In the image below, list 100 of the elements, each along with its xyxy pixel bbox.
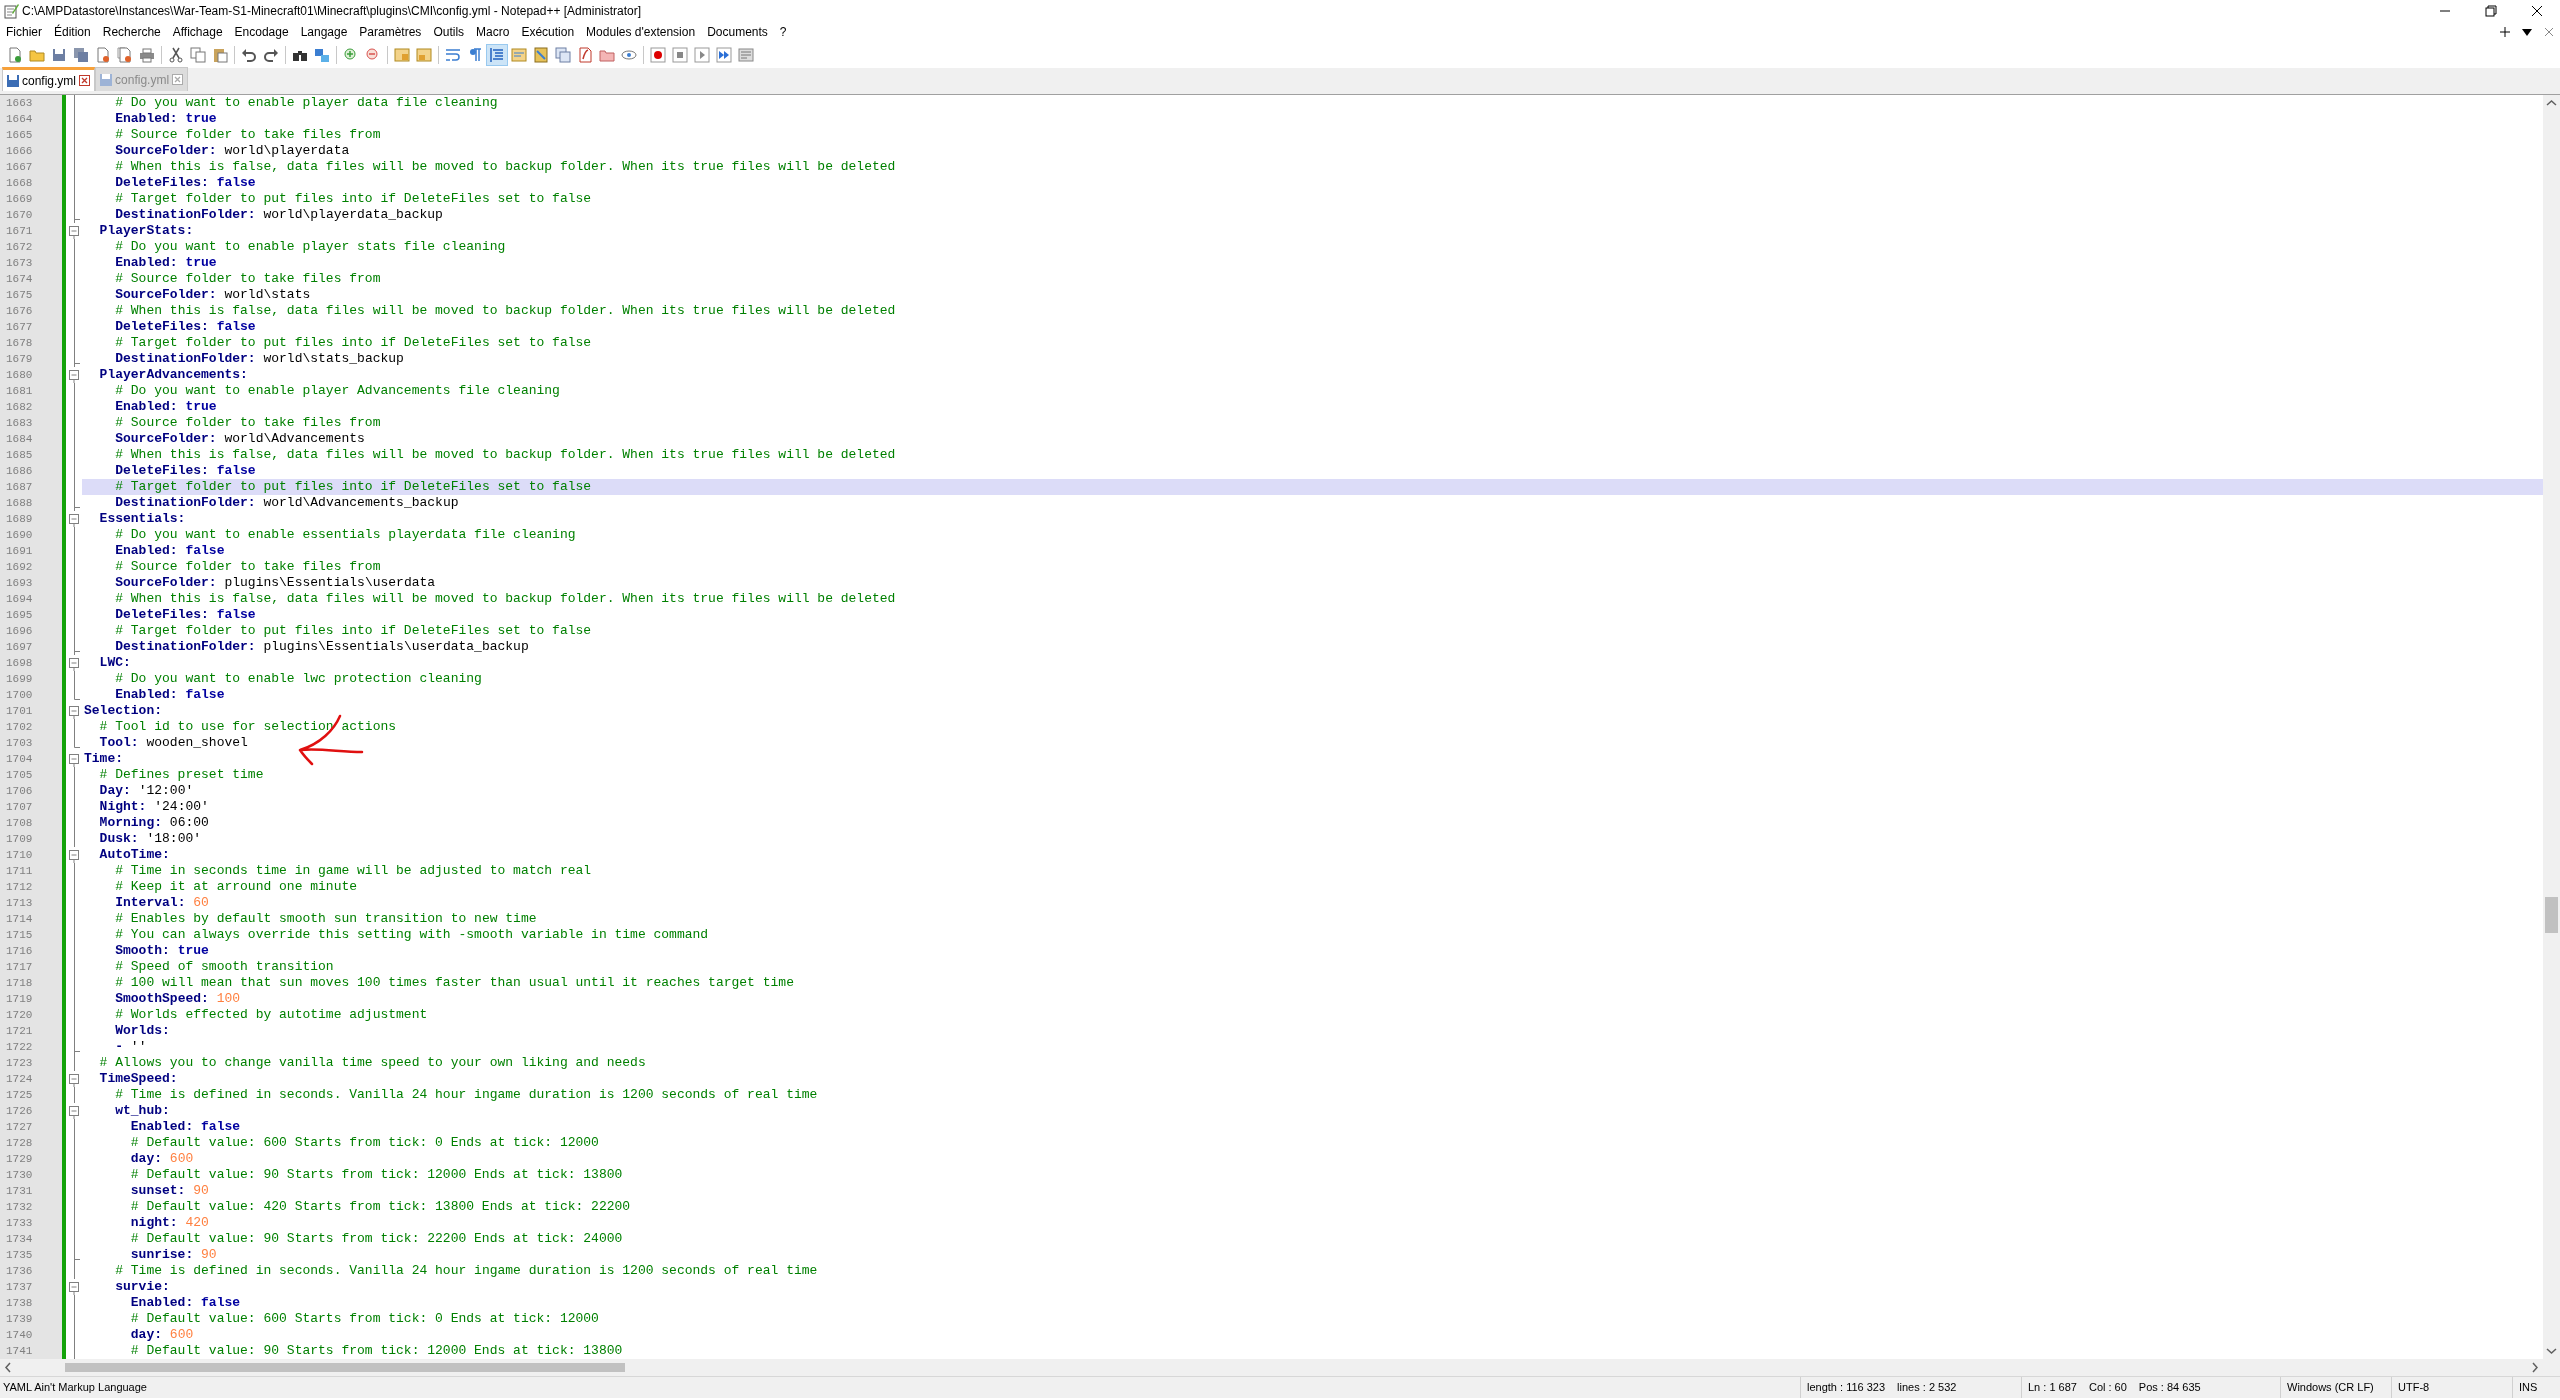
cut-icon[interactable] (168, 47, 184, 63)
yaml-key: AutoTime: (99, 847, 170, 862)
lines-label: lines : 2 532 (1897, 1380, 1957, 1395)
print-icon[interactable] (139, 47, 155, 63)
sync-scroll-icon[interactable] (394, 47, 410, 63)
code-comment: # Default value: 90 Starts from tick: 12000 Ends at tick: 13800 (130, 1167, 623, 1182)
file-tab[interactable]: config.yml (2, 67, 96, 91)
line-number: 1718 (5, 976, 34, 991)
yaml-value: 90 (201, 1247, 217, 1262)
scrollbar-thumb[interactable] (65, 1363, 625, 1372)
menu-item[interactable]: ? (773, 22, 793, 42)
menu-item[interactable]: Recherche (96, 22, 167, 42)
code-comment: # 100 will mean that sun moves 100 times faster than usual until it reaches target time (115, 975, 794, 990)
line-number: 1680 (5, 368, 34, 383)
close-all-icon[interactable] (117, 47, 133, 63)
line-number: 1664 (5, 112, 34, 127)
copy-icon[interactable] (190, 47, 206, 63)
code-comment: # Time is defined in seconds. Vanilla 24 hour ingame duration is 1200 seconds of real time (115, 1087, 818, 1102)
insert-mode-label: INS (2512, 1377, 2560, 1398)
paste-icon[interactable] (212, 47, 228, 63)
document-map-icon[interactable] (511, 47, 527, 63)
code-comment: # Do you want to enable player stats file cleaning (115, 239, 506, 254)
replace-icon[interactable] (314, 47, 330, 63)
line-number: 1706 (5, 784, 34, 799)
line-number: 1729 (5, 1152, 34, 1167)
zoom-in-icon[interactable] (343, 47, 359, 63)
yaml-key: Tool: (99, 735, 139, 750)
zoom-out-icon[interactable] (365, 47, 381, 63)
line-number: 1667 (5, 160, 34, 175)
menu-item[interactable]: Modules d'extension (580, 22, 702, 42)
yaml-key: Enabled: (115, 399, 178, 414)
line-number: 1694 (5, 592, 34, 607)
window-list-icon[interactable] (555, 47, 571, 63)
menu-item[interactable]: Encodage (228, 22, 295, 42)
sync-scroll-icon[interactable] (416, 47, 432, 63)
scrollbar-thumb[interactable] (2545, 897, 2558, 933)
fast-forward-icon[interactable] (716, 47, 732, 63)
yaml-value: 90 (193, 1183, 209, 1198)
fold-toggle[interactable] (69, 1074, 79, 1087)
line-number: 1732 (5, 1200, 34, 1215)
eye-icon[interactable] (621, 47, 637, 63)
indent-guide-icon[interactable] (489, 47, 505, 63)
fold-toggle[interactable] (69, 706, 79, 719)
yaml-value: world\stats (224, 287, 311, 302)
line-number: 1669 (5, 192, 34, 207)
menu-item[interactable]: Outils (427, 22, 471, 42)
function-list-icon[interactable] (577, 47, 593, 63)
save-macro-icon[interactable] (738, 47, 754, 63)
menu-item[interactable]: Fichier (0, 22, 48, 42)
plus-icon[interactable] (2500, 27, 2510, 37)
yaml-value: true (177, 943, 209, 958)
yaml-value: world\stats_backup (263, 351, 404, 366)
folder-icon[interactable] (599, 47, 615, 63)
fold-toggle[interactable] (69, 370, 79, 383)
menu-item[interactable]: Affichage (166, 22, 229, 42)
yaml-value: false (201, 1295, 241, 1310)
fold-toggle[interactable] (69, 514, 79, 527)
pilcrow-icon[interactable] (467, 47, 483, 63)
save-icon[interactable] (51, 47, 67, 63)
restore-icon[interactable] (2483, 3, 2499, 19)
line-number: 1668 (5, 176, 34, 191)
line-number: 1691 (5, 544, 34, 559)
stop-icon[interactable] (672, 47, 688, 63)
close-icon[interactable] (2529, 3, 2545, 19)
line-number: 1723 (5, 1056, 34, 1071)
fold-toggle[interactable] (69, 754, 79, 767)
menu-item[interactable]: Édition (48, 22, 97, 42)
yaml-key: Dusk: (99, 831, 139, 846)
fold-toggle[interactable] (69, 1282, 79, 1295)
fold-toggle[interactable] (69, 658, 79, 671)
redo-icon[interactable] (263, 47, 279, 63)
undo-icon[interactable] (241, 47, 257, 63)
yaml-key: SourceFolder: (115, 575, 217, 590)
record-icon[interactable] (650, 47, 666, 63)
line-number: 1675 (5, 288, 34, 303)
open-folder-icon[interactable] (29, 47, 45, 63)
save-icon (7, 74, 19, 87)
save-all-icon[interactable] (73, 47, 89, 63)
code-comment: # Do you want to enable essentials playerdata file cleaning (115, 527, 576, 542)
line-number: 1681 (5, 384, 34, 399)
line-number: 1684 (5, 432, 34, 447)
menu-item[interactable]: Langage (294, 22, 354, 42)
fold-toggle[interactable] (69, 850, 79, 863)
menu-item[interactable]: Macro (470, 22, 516, 42)
fold-toggle[interactable] (69, 226, 79, 239)
dropdown-icon[interactable] (2522, 27, 2532, 37)
menu-item[interactable]: Exécution (515, 22, 581, 42)
map-icon[interactable] (533, 47, 549, 63)
yaml-key: SourceFolder: (115, 431, 217, 446)
close-file-icon[interactable] (95, 47, 111, 63)
word-wrap-icon[interactable] (445, 47, 461, 63)
line-number: 1720 (5, 1008, 34, 1023)
fold-toggle[interactable] (69, 1106, 79, 1119)
new-file-icon[interactable] (7, 47, 23, 63)
code-comment: # Tool id to use for selection actions (99, 719, 397, 734)
menu-item[interactable]: Documents (701, 22, 774, 42)
yaml-value: wooden_shovel (146, 735, 248, 750)
yaml-value: false (201, 1119, 241, 1134)
menu-item[interactable]: Paramètres (353, 22, 428, 42)
play-icon[interactable] (694, 47, 710, 63)
